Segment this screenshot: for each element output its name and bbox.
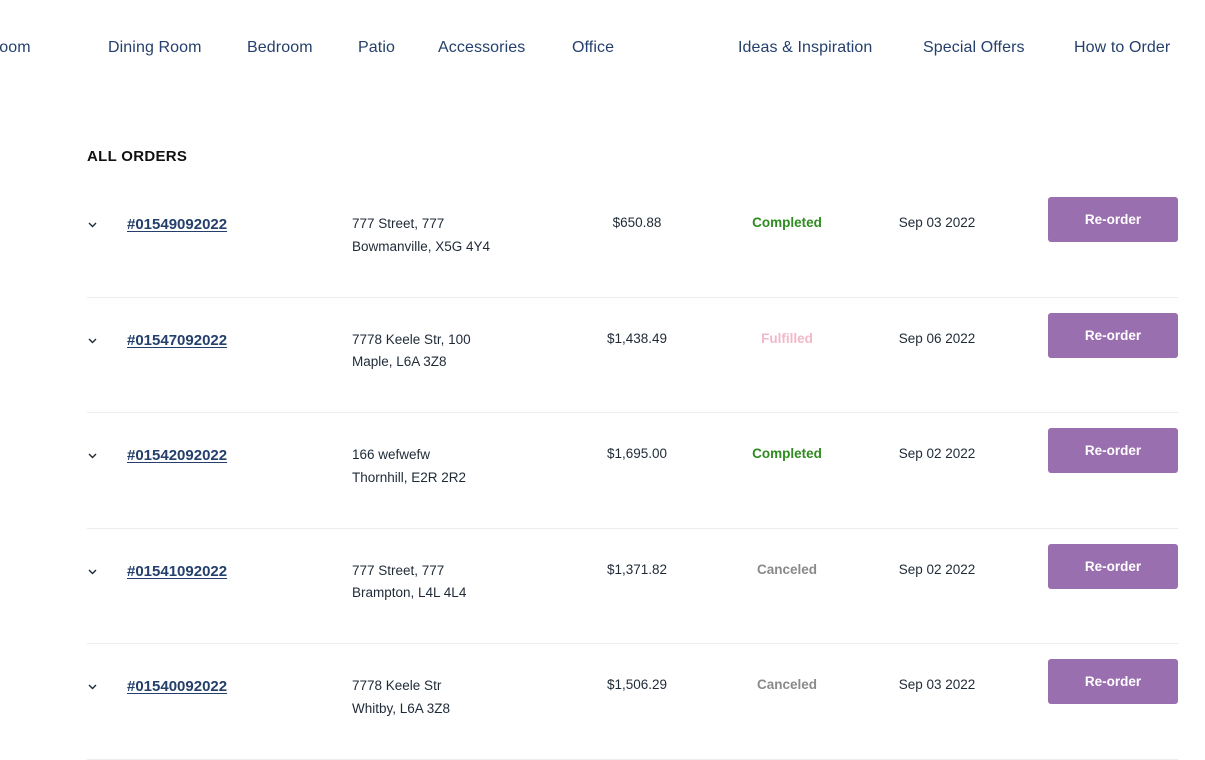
order-total: $1,506.29 [606,677,668,693]
address-line1: 7778 Keele Str [352,678,442,694]
order-status: Completed [752,446,822,462]
nav-link-ideas-inspiration[interactable]: Ideas & Inspiration [738,36,872,60]
address-line1: 166 wefwefw [352,447,431,463]
order-date: Sep 06 2022 [898,330,976,346]
nav-link-how-to-order[interactable]: How to Order [1074,36,1170,60]
nav-link-office[interactable]: Office [572,36,614,60]
nav-link-patio[interactable]: Patio [358,36,395,60]
orders-list: #01549092022 777 Street, 777 Bowmanville… [87,182,1178,760]
reorder-button[interactable]: Re-order [1048,428,1178,474]
order-total: $1,438.49 [606,330,668,346]
address-line1: 777 Street, 777 [352,216,445,231]
order-number-link[interactable]: #01547092022 [127,331,227,351]
chevron-down-icon[interactable] [87,336,97,346]
order-row: #01547092022 7778 Keele Str, 100 Maple, … [87,298,1178,414]
nav-link-living-room[interactable]: ng Room [0,36,31,60]
order-status: Completed [752,215,822,230]
order-total: $650.88 [612,215,662,230]
nav-link-dining-room[interactable]: Dining Room [108,36,202,60]
reorder-button[interactable]: Re-order [1048,312,1178,358]
address-line2: Whitby, L6A 3Z8 [352,700,451,716]
chevron-down-icon[interactable] [87,451,97,461]
order-total: $1,371.82 [606,561,668,577]
reorder-button[interactable]: Re-order [1048,659,1178,705]
order-row: #01549092022 777 Street, 777 Bowmanville… [87,182,1178,298]
main-navigation: ng Room Dining Room Bedroom Patio Access… [0,36,1205,60]
order-total: $1,695.00 [606,446,668,462]
order-row: #01541092022 777 Street, 777 Brampton, L… [87,529,1178,645]
order-date: Sep 02 2022 [898,561,976,577]
address-line1: 777 Street, 777 [352,562,445,578]
address-line2: Maple, L6A 3Z8 [352,354,447,370]
order-status: Canceled [756,677,818,693]
order-status: Fulfilled [761,330,813,346]
order-address: 777 Street, 777 Brampton, L4L 4L4 [352,560,466,605]
order-address: 166 wefwefw Thornhill, E2R 2R2 [352,444,466,489]
order-date: Sep 02 2022 [898,446,976,462]
section-title: ALL ORDERS [87,148,188,165]
order-date: Sep 03 2022 [898,215,976,230]
order-row: #01542092022 166 wefwefw Thornhill, E2R … [87,413,1178,529]
reorder-button[interactable]: Re-order [1048,543,1178,589]
order-number-link[interactable]: #01549092022 [127,215,227,235]
order-number-link[interactable]: #01541092022 [127,562,227,582]
order-address: 7778 Keele Str, 100 Maple, L6A 3Z8 [352,329,471,374]
chevron-down-icon[interactable] [87,567,97,577]
chevron-down-icon[interactable] [87,682,97,692]
nav-link-bedroom[interactable]: Bedroom [247,36,313,60]
reorder-button[interactable]: Re-order [1048,197,1178,242]
nav-link-special-offers[interactable]: Special Offers [923,36,1025,60]
nav-link-accessories[interactable]: Accessories [438,36,525,60]
order-row: #01540092022 7778 Keele Str Whitby, L6A … [87,644,1178,760]
address-line2: Brampton, L4L 4L4 [352,585,467,601]
order-number-link[interactable]: #01540092022 [127,677,227,697]
order-number-link[interactable]: #01542092022 [127,446,227,466]
address-line2: Bowmanville, X5G 4Y4 [352,238,491,254]
order-status: Canceled [756,561,818,577]
chevron-down-icon[interactable] [87,220,97,230]
address-line2: Thornhill, E2R 2R2 [352,469,467,485]
order-address: 777 Street, 777 Bowmanville, X5G 4Y4 [352,213,490,258]
address-line1: 7778 Keele Str, 100 [352,331,471,347]
order-date: Sep 03 2022 [898,677,976,693]
order-address: 7778 Keele Str Whitby, L6A 3Z8 [352,675,450,720]
